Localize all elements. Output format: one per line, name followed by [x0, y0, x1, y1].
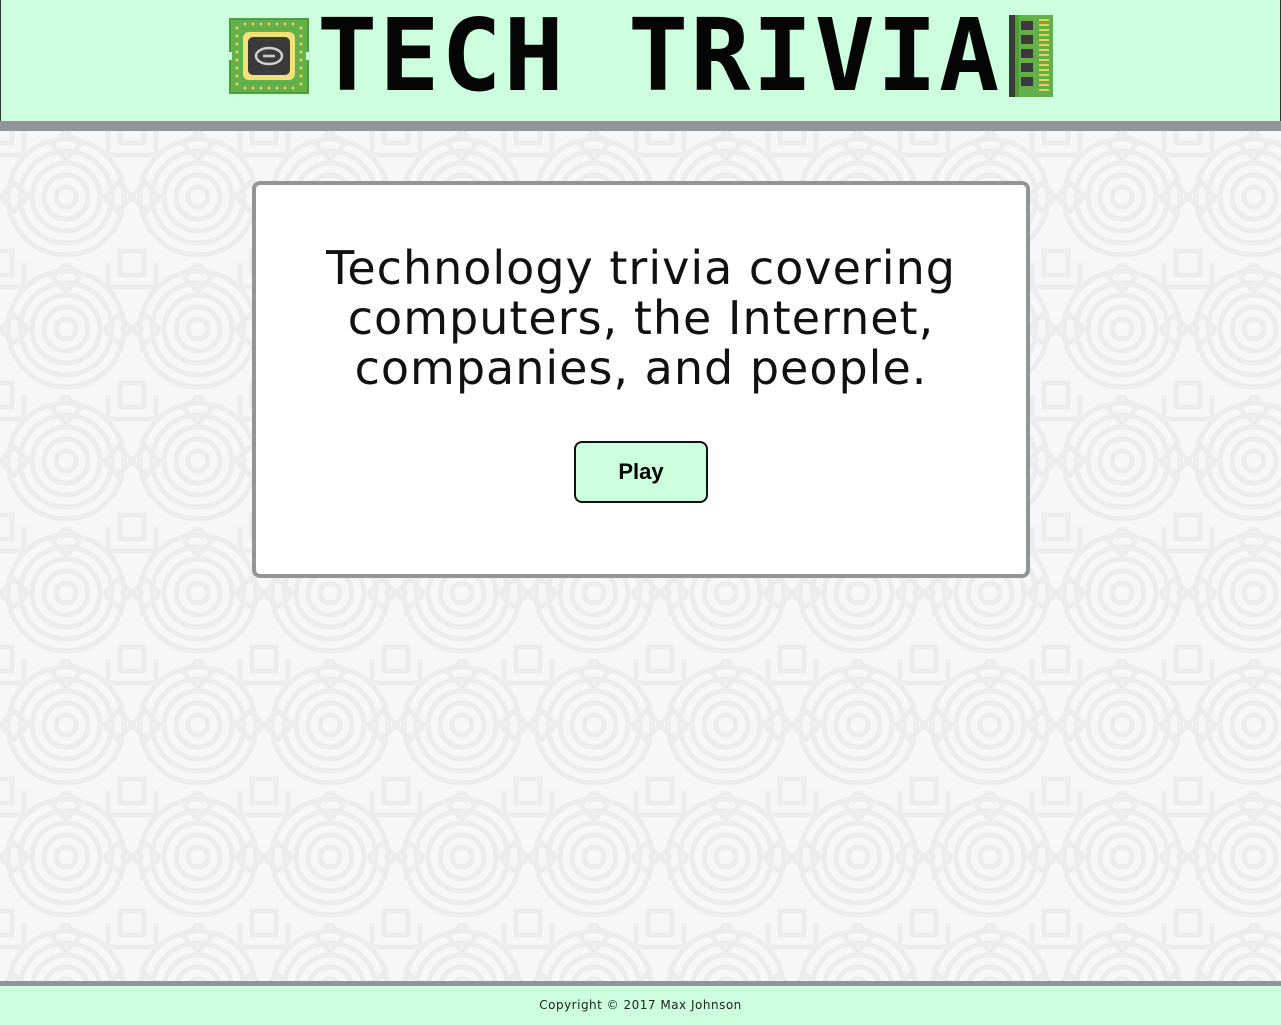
description-text: Technology trivia covering computers, th…: [326, 241, 956, 395]
ram-module-icon: [1009, 15, 1054, 97]
intro-card: Technology trivia covering computers, th…: [252, 181, 1030, 578]
page-title: TECH TRIVIA: [317, 0, 1002, 114]
play-button[interactable]: Play: [574, 441, 708, 503]
copyright-text: Copyright © 2017 Max Johnson: [539, 998, 742, 1012]
header: TECH TRIVIA: [0, 0, 1281, 121]
cpu-chip-icon: [229, 18, 309, 94]
footer: Copyright © 2017 Max Johnson: [0, 986, 1281, 1025]
header-divider: [0, 121, 1281, 131]
logo: TECH TRIVIA: [229, 0, 1055, 114]
